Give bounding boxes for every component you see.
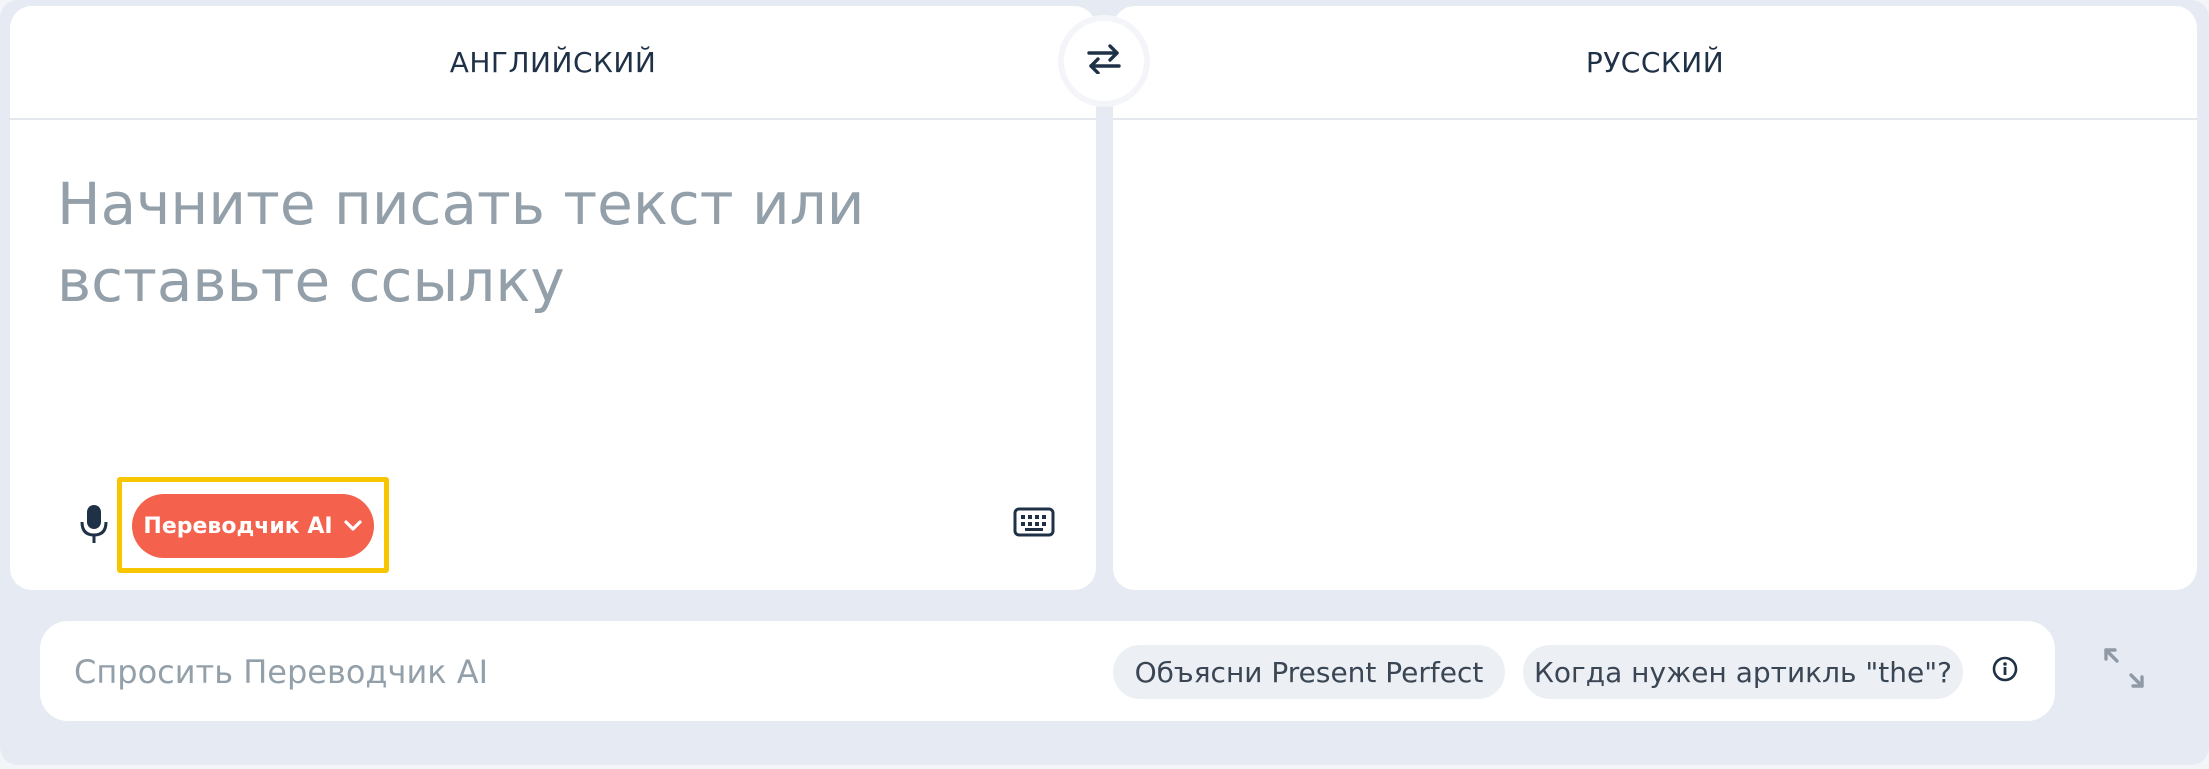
suggestion-chip[interactable]: Объясни Present Perfect	[1113, 645, 1505, 699]
source-text-input[interactable]	[57, 161, 957, 331]
source-language-selector[interactable]: АНГЛИЙСКИЙ	[10, 6, 1096, 120]
target-panel: РУССКИЙ	[1113, 6, 2197, 590]
ai-mode-dropdown-button[interactable]: Переводчик AI	[132, 494, 374, 558]
swap-arrows-icon	[1086, 43, 1122, 79]
info-icon	[1992, 656, 2018, 687]
chevron-down-icon	[343, 514, 363, 539]
microphone-icon	[79, 503, 109, 550]
keyboard-icon	[1013, 507, 1055, 542]
expand-arrows-icon	[2102, 646, 2146, 695]
suggestion-chip[interactable]: Когда нужен артикль "the"?	[1523, 645, 1963, 699]
expand-button[interactable]	[2100, 646, 2148, 694]
translator-app: АНГЛИЙСКИЙ Начните писать текст или вста…	[0, 0, 2209, 769]
keyboard-button[interactable]	[1010, 504, 1058, 544]
source-language-label: АНГЛИЙСКИЙ	[449, 45, 657, 79]
target-language-label: РУССКИЙ	[1585, 45, 1725, 79]
target-language-selector[interactable]: РУССКИЙ	[1113, 6, 2197, 120]
microphone-button[interactable]	[64, 496, 124, 556]
swap-languages-button[interactable]	[1064, 21, 1144, 101]
source-panel: АНГЛИЙСКИЙ Начните писать текст или вста…	[10, 6, 1096, 590]
suggestion-chip-label: Объясни Present Perfect	[1134, 655, 1484, 689]
ask-ai-input[interactable]	[74, 649, 1074, 695]
suggestion-chip-label: Когда нужен артикль "the"?	[1534, 655, 1952, 689]
info-button[interactable]	[1991, 656, 2019, 687]
ai-mode-label: Переводчик AI	[143, 513, 333, 539]
ask-ai-bar: Объясни Present Perfect Когда нужен арти…	[40, 621, 2055, 721]
